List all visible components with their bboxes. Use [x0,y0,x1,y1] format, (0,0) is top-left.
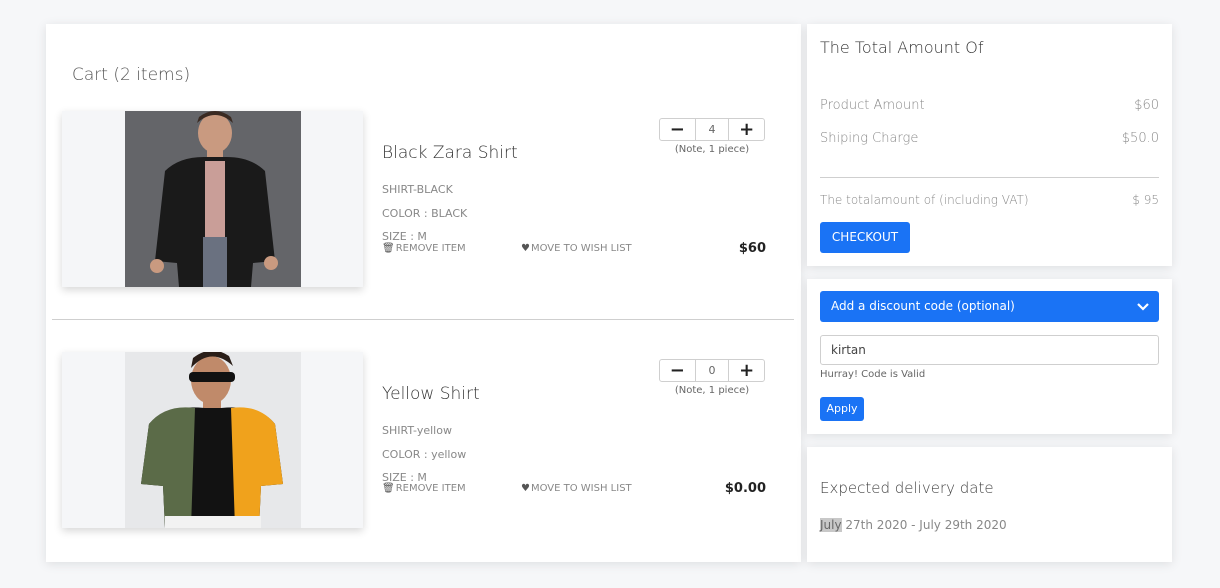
quantity-value[interactable]: 4 [694,119,730,140]
shipping-row: Shiping Charge $50.0 [820,131,1159,146]
product-details: SHIRT-BLACK COLOR : BLACK SIZE : M [382,178,467,249]
product-color: COLOR : BLACK [382,206,468,220]
delivery-date-highlight: July [820,518,842,532]
wishlist-label: MOVE TO WISH LIST [530,483,632,494]
product-name[interactable]: Black Zara Shirt [382,143,518,163]
quantity-note: (Note, 1 piece) [674,144,750,155]
yellow-shirt-photo [125,352,301,528]
summary-divider [820,177,1159,178]
item-price: $60 [738,241,766,256]
product-color: COLOR : yellow [382,447,467,461]
quantity-stepper: − 0 + [659,359,765,382]
product-amount-row: Product Amount $60 [820,98,1159,113]
cart-panel: Cart (2 items) Black Zara Shirt SHIRT-BL… [46,24,801,562]
product-image[interactable] [62,352,363,528]
trash-icon: 🗑 [382,243,395,254]
summary-title: The Total Amount Of [820,38,984,57]
discount-header-label: Add a discount code (optional) [831,299,1015,313]
item-price: $0.00 [724,481,766,496]
product-details: SHIRT-yellow COLOR : yellow SIZE : M [382,419,466,490]
discount-code-input[interactable] [820,335,1159,365]
decrement-button[interactable]: − [660,360,695,381]
remove-item-link[interactable]: 🗑 REMOVE ITEM [382,483,466,494]
checkout-button[interactable]: CHECKOUT [820,222,910,253]
discount-panel: Add a discount code (optional) Hurray! C… [807,279,1172,434]
black-shirt-photo [125,111,301,287]
cart-item: Yellow Shirt SHIRT-yellow COLOR : yellow… [46,352,801,552]
product-amount-label: Product Amount [820,98,925,113]
remove-item-label: REMOVE ITEM [395,243,466,254]
product-image[interactable] [62,111,363,287]
remove-item-link[interactable]: 🗑 REMOVE ITEM [382,243,466,254]
delivery-date-range: July 27th 2020 - July 29th 2020 [820,518,1007,532]
delivery-panel: Expected delivery date July 27th 2020 - … [807,447,1172,562]
increment-button[interactable]: + [729,360,764,381]
delivery-date-text: 27th 2020 - July 29th 2020 [841,518,1007,532]
apply-button[interactable]: Apply [820,397,864,421]
product-amount-value: $60 [1134,98,1159,113]
total-row: The totalamount of (including VAT) $ 95 [820,193,1159,207]
wishlist-label: MOVE TO WISH LIST [530,243,632,254]
increment-button[interactable]: + [729,119,764,140]
trash-icon: 🗑 [382,483,395,494]
quantity-stepper: − 4 + [659,118,765,141]
cart-item: Black Zara Shirt SHIRT-BLACK COLOR : BLA… [46,111,801,311]
chevron-down-icon [1137,291,1149,334]
product-name[interactable]: Yellow Shirt [382,384,480,404]
product-sku: SHIRT-yellow [382,424,452,437]
total-value: $ 95 [1132,193,1159,207]
move-to-wishlist-link[interactable]: ♥ MOVE TO WISH LIST [521,483,632,494]
delivery-title: Expected delivery date [820,479,994,497]
shipping-value: $50.0 [1121,131,1159,146]
remove-item-label: REMOVE ITEM [395,483,466,494]
shipping-label: Shiping Charge [820,131,919,146]
product-sku: SHIRT-BLACK [382,183,453,196]
total-label: The totalamount of (including VAT) [820,193,1029,207]
heart-icon: ♥ [521,483,530,494]
discount-accordion-toggle[interactable]: Add a discount code (optional) [820,291,1159,322]
code-valid-message: Hurray! Code is Valid [820,369,926,380]
move-to-wishlist-link[interactable]: ♥ MOVE TO WISH LIST [521,243,632,254]
decrement-button[interactable]: − [660,119,695,140]
item-divider [52,319,794,320]
quantity-value[interactable]: 0 [694,360,730,381]
quantity-note: (Note, 1 piece) [674,385,750,396]
cart-title: Cart (2 items) [72,65,191,85]
heart-icon: ♥ [521,243,530,254]
order-summary-panel: The Total Amount Of Product Amount $60 S… [807,24,1172,266]
